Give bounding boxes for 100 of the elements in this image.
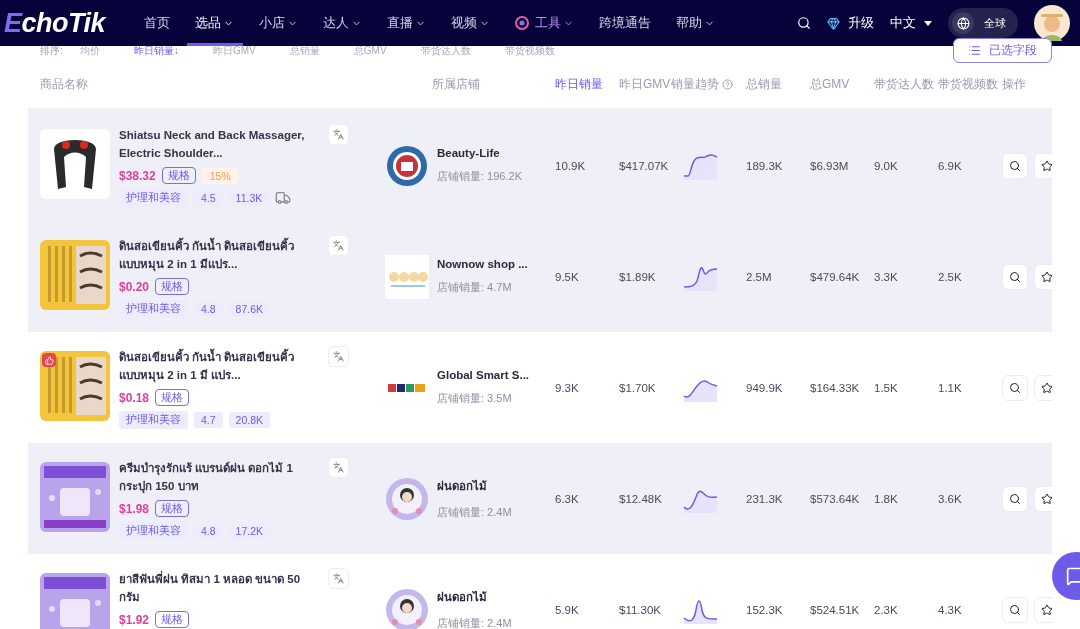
shop-name[interactable]: ฝนดอกไม้ — [437, 588, 512, 606]
search-button[interactable] — [1002, 374, 1028, 401]
table-row[interactable]: ดินสอเขียนคิ้ว กันน้ำ ดินสอเขียนคิ้วแบบหมุน 2 in 1 มีแปร... $0.20 规格 护理和美容 4.8 87.6K Nownow shop ... 店铺销量: 4.7M 9.5K $1.89K 2.5M $479.64K 3.3K 2.5K — [28, 221, 1052, 332]
table-row[interactable]: ครีมบำรุงรักแร้ แบรนด์ฝน ดอกไม้ 1 กระปุก 150 บาท $1.98 规格 护理和美容 4.8 17.2K ฝนดอกไม้ 店铺销量: 2.4M 6.3K $12.48K 231.3K $573.64K 1.8K 3.6K — [28, 443, 1052, 554]
translate-glyph-icon — [333, 462, 344, 473]
product-tag: 护理和美容 — [119, 411, 188, 429]
globe-icon — [956, 16, 970, 30]
favorite-button[interactable] — [1034, 374, 1052, 401]
product-tag: 4.5 — [194, 190, 223, 206]
spec-tag[interactable]: 规格 — [155, 500, 190, 517]
caret-icon — [924, 20, 932, 26]
product-title[interactable]: ดินสอเขียนคิ้ว กันน้ำ ดินสอเขียนคิ้วแบบหมุน 2 in 1 มี แปร... — [119, 348, 314, 384]
table-cell-text: $524.51K — [810, 603, 861, 616]
table-cell-text: 10.9K — [555, 159, 587, 172]
product-tag: 11.3K — [228, 190, 270, 206]
translate-icon[interactable] — [328, 235, 349, 256]
translate-glyph-icon — [333, 129, 344, 140]
sort-option[interactable]: 昨日销量↓ — [134, 44, 179, 58]
search-icon — [1009, 492, 1021, 505]
table-cell-text: 5.9K — [555, 603, 580, 616]
table-cell-text: 9.5K — [555, 270, 580, 283]
nav-item[interactable]: 达人 — [315, 0, 371, 46]
star-icon — [1041, 603, 1052, 616]
nav-item[interactable]: 直播 — [379, 0, 435, 46]
table-cell-text: 1.5K — [874, 381, 899, 394]
column-header[interactable]: 昨日销量 — [555, 75, 619, 93]
shop-name[interactable]: ฝนดอกไม้ — [437, 477, 512, 495]
thumbs-up-icon — [42, 353, 56, 367]
nav-item[interactable]: 首页 — [136, 0, 179, 46]
star-icon — [1041, 159, 1052, 172]
search-button[interactable] — [1002, 596, 1028, 623]
product-title[interactable]: ยาสีฟันพี่ฝน ทิสมา 1 หลอด ขนาด 50 กรัม — [119, 570, 314, 606]
product-title[interactable]: ดินสอเขียนคิ้ว กันน้ำ ดินสอเขียนคิ้วแบบหมุน 2 in 1 มีแปร... — [119, 237, 314, 273]
favorite-button[interactable] — [1034, 596, 1052, 623]
product-price: $38.32 — [119, 168, 156, 183]
table-cell-text: $6.93M — [810, 159, 850, 172]
product-tag: 4.8 — [194, 523, 223, 539]
table-cell-text: $1.70K — [619, 381, 657, 394]
table-cell-text: 4.3K — [938, 603, 963, 616]
search-button[interactable] — [1002, 485, 1028, 512]
search-icon — [1009, 603, 1021, 616]
table-cell-text: 3.3K — [874, 270, 899, 283]
favorite-button[interactable] — [1034, 263, 1052, 290]
truck-icon — [275, 190, 292, 206]
product-tag: 17.2K — [228, 523, 271, 539]
region-button[interactable]: 全球 — [948, 8, 1018, 38]
search-icon — [1009, 270, 1021, 283]
product-tag: 20.8K — [228, 412, 271, 428]
translate-icon[interactable] — [328, 124, 349, 145]
table-cell-text: 152.3K — [746, 603, 784, 616]
table-row[interactable]: Shiatsu Neck and Back Massager, Electric Shoulder... $38.32 规格 15% 护理和美容 4.5 11.3K Beauty-Life 店铺销量: 196.2K 10.9K $417.07K 189.3K $6.93M 9.0K 6.9K — [28, 110, 1052, 221]
list-icon — [968, 44, 981, 57]
nav-item[interactable]: 帮助 — [668, 0, 724, 46]
shop-sales: 店铺销量: 2.4M — [437, 616, 512, 629]
product-tag: 4.7 — [194, 412, 223, 428]
star-icon — [1041, 492, 1052, 505]
search-button[interactable] — [1002, 152, 1028, 179]
table-cell-text: 2.5K — [938, 270, 963, 283]
product-title[interactable]: ครีมบำรุงรักแร้ แบรนด์ฝน ดอกไม้ 1 กระปุก 150 บาท — [119, 459, 314, 495]
product-tag: 护理和美容 — [119, 300, 188, 318]
upgrade-link[interactable]: 升级 — [827, 14, 874, 32]
favorite-button[interactable] — [1034, 152, 1052, 179]
product-price: $1.92 — [119, 612, 150, 627]
translate-icon[interactable] — [328, 568, 349, 589]
diamond-icon — [827, 16, 840, 30]
logo[interactable]: EchoTik — [4, 7, 136, 39]
translate-icon[interactable] — [328, 457, 349, 478]
selected-fields-button[interactable]: 已选字段 — [953, 38, 1052, 63]
translate-icon[interactable] — [328, 346, 349, 367]
spec-tag[interactable]: 规格 — [155, 611, 190, 628]
translate-glyph-icon — [333, 573, 344, 584]
table-cell-text: 189.3K — [746, 159, 784, 172]
shop-sales: 店铺销量: 4.7M — [437, 280, 513, 295]
spec-tag[interactable]: 规格 — [161, 167, 196, 184]
search-icon — [1009, 381, 1021, 394]
table-cell-text: 231.3K — [746, 492, 784, 505]
table-cell-text: $11.30K — [619, 603, 662, 616]
search-button[interactable] — [1002, 263, 1028, 290]
search-icon[interactable] — [797, 16, 811, 30]
sort-label: 排序: — [40, 44, 64, 58]
product-title[interactable]: Shiatsu Neck and Back Massager, Electric Shoulder... — [119, 126, 314, 162]
table-cell-text: 1.1K — [938, 381, 963, 394]
favorite-button[interactable] — [1034, 485, 1052, 512]
nav-item[interactable]: 小店 — [251, 0, 307, 46]
tool-icon — [515, 16, 529, 30]
nav-item[interactable]: 视频 — [443, 0, 499, 46]
shop-name[interactable]: Global Smart S... — [437, 369, 530, 381]
nav-item[interactable]: 工具 — [507, 0, 583, 46]
shop-name[interactable]: Nownow shop ... — [437, 258, 528, 270]
nav-item[interactable]: 选品 — [187, 0, 243, 46]
nav-item[interactable]: 跨境通告 — [591, 0, 660, 46]
language-select[interactable]: 中文 — [890, 14, 932, 32]
avatar[interactable] — [1034, 5, 1070, 41]
spec-tag[interactable]: 规格 — [155, 389, 190, 406]
sparkline-chart — [683, 151, 719, 180]
shop-name[interactable]: Beauty-Life — [437, 147, 522, 159]
table-cell-text: 2.3K — [874, 603, 899, 616]
table-cell-text: $164.33K — [810, 381, 861, 394]
spec-tag[interactable]: 规格 — [155, 278, 190, 295]
table-cell-text: 6.3K — [555, 492, 580, 505]
